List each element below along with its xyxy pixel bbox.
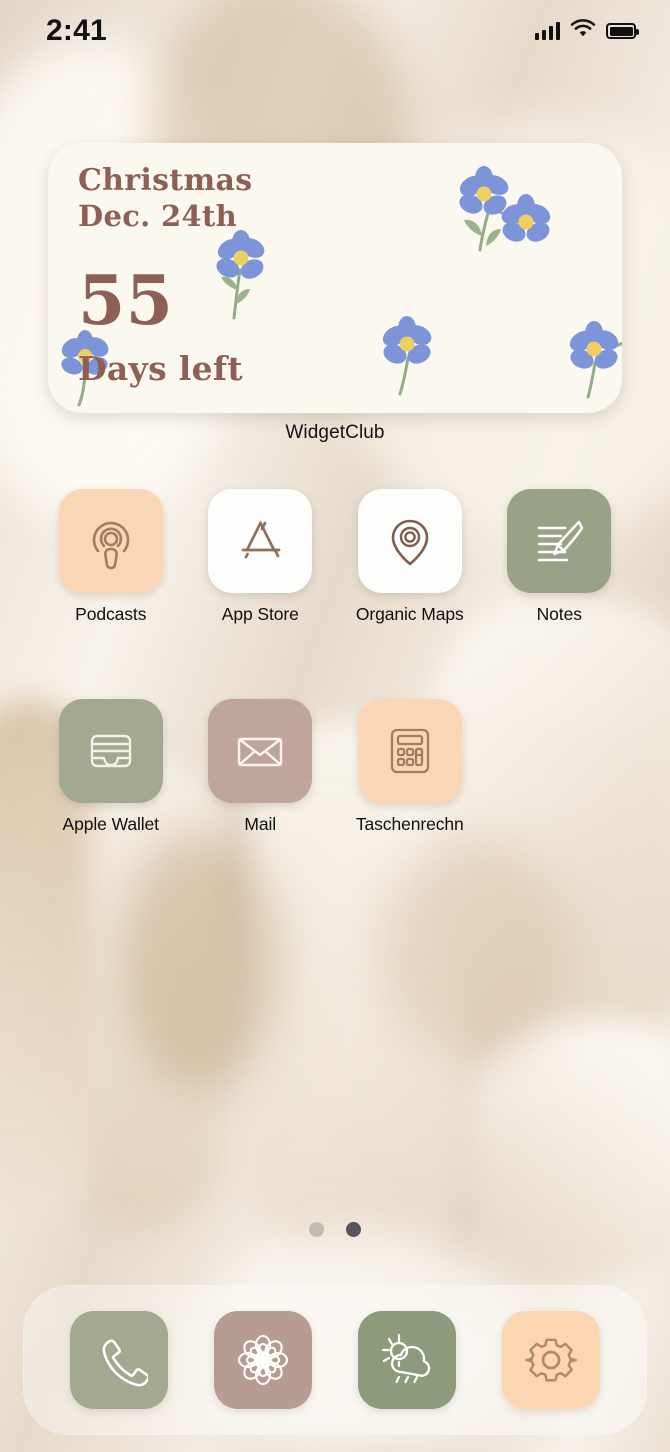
envelope-icon [238,737,283,767]
app-label: Mail [244,814,277,834]
app-row-2: Apple Wallet Mail Taschenrechn [0,699,670,835]
app-icon-app-store[interactable]: App Store [186,489,336,625]
wifi-icon [570,19,596,43]
app-row-1: Podcasts App Store Organic Maps Notes [0,489,670,625]
status-bar-clock: 2:41 [46,14,107,47]
dock-icon-weather[interactable] [358,1311,456,1409]
app-label: Podcasts [75,604,147,624]
mail-icon-tile[interactable] [208,699,313,803]
app-icon-notes[interactable]: Notes [485,489,635,625]
sun-rain-cloud-icon [381,1333,431,1384]
app-label: App Store [221,604,299,624]
flower-decoration [382,316,432,396]
wallet-icon-tile[interactable] [58,699,163,803]
countdown-widget-container[interactable]: Christmas Dec. 24th 55 Days left WidgetC… [48,143,622,444]
widget-app-label: WidgetClub [285,422,385,443]
app-icon-mail[interactable]: Mail [186,699,336,835]
flower-decoration [569,321,622,399]
status-bar-icons [535,19,639,43]
dock-icon-phone[interactable] [70,1311,168,1409]
app-label: Organic Maps [355,604,464,624]
cellular-signal-icon [535,22,560,40]
page-dot-2[interactable] [346,1222,361,1237]
app-icon-taschenrechner[interactable]: Taschenrechn [335,699,485,835]
notes-pen-icon [538,520,584,562]
widget-days-count: 55 [78,260,174,341]
dock-icon-settings[interactable] [502,1311,600,1409]
page-dot-1[interactable] [309,1222,324,1237]
status-bar: 2:41 [0,0,670,62]
dock-icon-photos[interactable] [214,1311,312,1409]
countdown-widget-text: Christmas Dec. 24th 55 Days left [78,163,252,388]
app-icon-organic-maps[interactable]: Organic Maps [335,489,485,625]
gear-icon [525,1338,577,1382]
app-store-icon [241,521,281,559]
notes-icon-tile[interactable] [507,489,612,593]
page-indicator[interactable] [0,1222,670,1237]
phone-handset-icon [102,1339,148,1387]
calculator-icon-tile[interactable] [357,699,462,803]
app-grid: Podcasts App Store Organic Maps Notes Ap… [0,489,670,835]
countdown-widget[interactable]: Christmas Dec. 24th 55 Days left [48,143,622,413]
app-store-icon-tile[interactable] [208,489,313,593]
widget-days-unit: Days left [78,348,243,388]
widget-title: Christmas [78,163,253,198]
app-label: Apple Wallet [62,814,160,834]
podcasts-icon [92,521,129,570]
app-icon-podcasts[interactable]: Podcasts [36,489,186,625]
dock [23,1285,647,1435]
wallpaper-streak-5 [470,1020,670,1280]
app-icon-apple-wallet[interactable]: Apple Wallet [36,699,186,835]
flower-rosette-icon [237,1334,289,1386]
wallpaper-shadow-3 [380,840,570,1060]
wallpaper-shadow-2 [120,830,280,1090]
battery-full-icon [606,23,639,39]
map-pin-icon [391,519,429,566]
podcasts-icon-tile[interactable] [58,489,163,593]
map-pin-icon-tile[interactable] [357,489,462,593]
flower-decoration [459,166,551,252]
calculator-icon [390,728,429,774]
wallet-icon [90,734,131,768]
app-label: Notes [536,604,582,624]
widget-date: Dec. 24th [78,199,237,234]
app-label: Taschenrechn [355,814,464,834]
